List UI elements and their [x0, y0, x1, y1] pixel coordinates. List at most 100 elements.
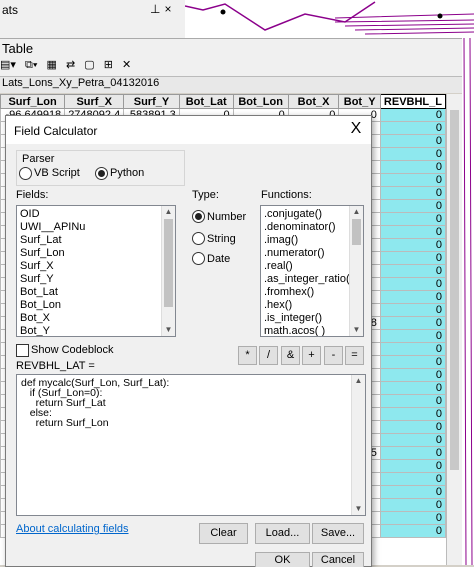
table-cell[interactable]: 0	[379, 446, 446, 460]
function-list-item[interactable]: .hex()	[261, 299, 363, 312]
scroll-up-icon[interactable]: ▲	[352, 375, 365, 387]
field-list-item[interactable]: Surf_Y	[17, 273, 175, 286]
operator-multiply-button[interactable]: *	[238, 346, 257, 365]
column-header[interactable]: Surf_Y	[123, 94, 180, 109]
table-cell[interactable]: 0	[379, 316, 446, 330]
function-list-item[interactable]: .fromhex()	[261, 286, 363, 299]
help-link-text[interactable]: About calculating fields	[16, 523, 129, 535]
field-list-item[interactable]: Surf_X	[17, 260, 175, 273]
map-view[interactable]	[185, 0, 474, 38]
table-cell[interactable]: 0	[379, 121, 446, 135]
show-codeblock-checkbox[interactable]	[16, 344, 29, 357]
functions-listbox[interactable]: .conjugate() .denominator() .imag() .numera…	[260, 205, 364, 337]
table-options-icon[interactable]: ▤▾	[0, 58, 16, 71]
function-list-item[interactable]: math.acos( )	[261, 325, 363, 336]
radio-vbscript[interactable]	[19, 167, 32, 180]
radio-date-label[interactable]: Date	[207, 253, 230, 265]
radio-number-label[interactable]: Number	[207, 211, 246, 223]
column-header[interactable]: Surf_Lon	[0, 94, 66, 109]
table-cell[interactable]: 0	[379, 199, 446, 213]
scrollbar-thumb[interactable]	[450, 110, 459, 470]
table-cell[interactable]: 0	[379, 355, 446, 369]
column-header[interactable]: Bot_Y	[338, 94, 381, 109]
function-list-item[interactable]: .conjugate()	[261, 208, 363, 221]
radio-date[interactable]	[192, 252, 205, 265]
fields-listbox[interactable]: OID UWI__APINu Surf_Lat Surf_Lon Surf_X Surf_…	[16, 205, 176, 337]
expression-scrollbar[interactable]: ▲ ▼	[351, 375, 365, 515]
expression-text[interactable]: def mycalc(Surf_Lon, Surf_Lat): if (Surf…	[17, 375, 365, 431]
table-cell[interactable]: 0	[379, 498, 446, 512]
table-cell[interactable]: 0	[379, 160, 446, 174]
function-list-item[interactable]: .numerator()	[261, 247, 363, 260]
zoom-selected-icon[interactable]: ⊞	[104, 58, 113, 71]
table-cell[interactable]: 0	[379, 394, 446, 408]
function-list-item[interactable]: .as_integer_ratio()	[261, 273, 363, 286]
pin-icon[interactable]: ⊥	[150, 2, 164, 16]
table-cell[interactable]: 0	[379, 329, 446, 343]
function-list-item[interactable]: .real()	[261, 260, 363, 273]
column-header-selected[interactable]: REVBHL_L	[379, 94, 446, 109]
field-list-item[interactable]: UWI__APINu	[17, 221, 175, 234]
radio-string[interactable]	[192, 232, 205, 245]
scroll-up-icon[interactable]: ▲	[162, 206, 175, 218]
table-cell[interactable]: 0	[379, 147, 446, 161]
field-list-item[interactable]: Bot_Y	[17, 325, 175, 336]
table-tab-name[interactable]: Lats_Lons_Xy_Petra_04132016	[2, 77, 159, 89]
table-vertical-scrollbar[interactable]	[446, 94, 463, 565]
radio-python-label[interactable]: Python	[110, 167, 144, 179]
column-header[interactable]: Surf_X	[64, 94, 125, 109]
table-cell[interactable]: 0	[379, 238, 446, 252]
scroll-down-icon[interactable]: ▼	[352, 503, 365, 515]
scroll-down-icon[interactable]: ▼	[350, 324, 363, 336]
function-list-item[interactable]: .is_integer()	[261, 312, 363, 325]
field-list-item[interactable]: Surf_Lat	[17, 234, 175, 247]
field-list-item[interactable]: Bot_X	[17, 312, 175, 325]
close-icon[interactable]: ×	[164, 2, 175, 16]
table-cell[interactable]: 0	[379, 173, 446, 187]
function-list-item[interactable]: .denominator()	[261, 221, 363, 234]
table-cell[interactable]: 0	[379, 212, 446, 226]
radio-vbscript-label[interactable]: VB Script	[34, 167, 80, 179]
table-cell[interactable]: 0	[379, 277, 446, 291]
clear-button[interactable]: Clear	[199, 523, 248, 544]
clear-selection-icon[interactable]: ▢	[84, 58, 94, 71]
functions-scrollbar[interactable]: ▲ ▼	[349, 206, 363, 336]
table-cell[interactable]: 0	[379, 420, 446, 434]
operator-plus-button[interactable]: +	[302, 346, 321, 365]
about-calculating-fields-link[interactable]: About calculating fields	[16, 523, 129, 535]
field-list-item[interactable]: Bot_Lat	[17, 286, 175, 299]
table-cell[interactable]: 0	[379, 381, 446, 395]
operator-equals-button[interactable]: =	[345, 346, 364, 365]
column-header[interactable]: Bot_Lat	[178, 94, 234, 109]
field-list-item[interactable]: OID	[17, 208, 175, 221]
table-cell[interactable]: 0	[379, 225, 446, 239]
field-list-item[interactable]: Bot_Lon	[17, 299, 175, 312]
table-cell[interactable]: 0	[379, 264, 446, 278]
table-cell[interactable]: 0	[379, 186, 446, 200]
table-cell[interactable]: 0	[379, 108, 446, 122]
column-header[interactable]: Bot_Lon	[232, 94, 289, 109]
table-cell[interactable]: 0	[379, 524, 446, 538]
table-cell[interactable]: 0	[379, 511, 446, 525]
scrollbar-thumb[interactable]	[352, 219, 361, 245]
select-by-attributes-icon[interactable]: ▦	[47, 58, 57, 71]
table-cell[interactable]: 0	[379, 290, 446, 304]
table-cell[interactable]: 0	[379, 485, 446, 499]
table-cell[interactable]: 0	[379, 433, 446, 447]
table-cell[interactable]: 0	[379, 459, 446, 473]
scroll-down-icon[interactable]: ▼	[162, 324, 175, 336]
show-codeblock-label[interactable]: Show Codeblock	[31, 344, 114, 356]
column-header[interactable]: Bot_X	[287, 94, 340, 109]
operator-minus-button[interactable]: -	[324, 346, 343, 365]
table-cell[interactable]: 0	[379, 407, 446, 421]
radio-python[interactable]	[95, 167, 108, 180]
table-cell[interactable]: 0	[379, 251, 446, 265]
delete-selected-icon[interactable]: ✕	[122, 58, 131, 71]
table-cell[interactable]: 0	[379, 472, 446, 486]
related-tables-icon[interactable]: ⧉▾	[25, 59, 37, 72]
table-cell[interactable]: 0	[379, 134, 446, 148]
switch-selection-icon[interactable]: ⇄	[66, 58, 75, 71]
table-cell[interactable]: 0	[379, 368, 446, 382]
load-button[interactable]: Load...	[255, 523, 310, 544]
expression-editor[interactable]: def mycalc(Surf_Lon, Surf_Lat): if (Surf…	[16, 374, 366, 516]
